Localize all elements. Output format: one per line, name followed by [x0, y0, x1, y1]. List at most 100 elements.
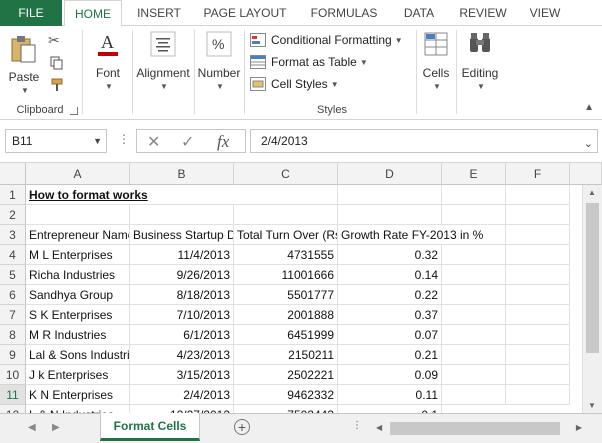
cell[interactable]: [338, 205, 442, 225]
cell[interactable]: [442, 265, 506, 285]
cells-group[interactable]: Cells ▼: [418, 26, 454, 120]
cell-turnover[interactable]: 2150211: [234, 345, 338, 365]
column-header-b[interactable]: B: [130, 163, 234, 185]
row-header[interactable]: 1: [0, 185, 26, 205]
cell[interactable]: [506, 205, 570, 225]
cell-styles-button[interactable]: Cell Styles ▼: [250, 74, 339, 94]
number-group[interactable]: % Number ▼: [196, 26, 242, 120]
cell[interactable]: [506, 325, 570, 345]
cell-date[interactable]: 3/15/2013: [130, 365, 234, 385]
sheet-tab-format-cells[interactable]: Format Cells: [100, 413, 200, 441]
cut-icon[interactable]: ✂: [48, 32, 60, 49]
cell[interactable]: [338, 185, 442, 205]
formula-input[interactable]: 2/4/2013 ⌄: [250, 129, 598, 153]
column-header-d[interactable]: D: [338, 163, 442, 185]
tab-data[interactable]: DATA: [392, 0, 446, 26]
cell-turnover[interactable]: 7502443: [234, 405, 338, 413]
cell-turnover[interactable]: 11001666: [234, 265, 338, 285]
header-cell-turnover[interactable]: Total Turn Over (Rs): [234, 225, 338, 245]
row-header[interactable]: 6: [0, 285, 26, 305]
font-group[interactable]: A Font ▼: [86, 26, 130, 120]
vertical-scroll-thumb[interactable]: [586, 203, 599, 353]
cell[interactable]: [506, 385, 570, 405]
cell-growth[interactable]: 0.14: [338, 265, 442, 285]
cell-turnover[interactable]: 4731555: [234, 245, 338, 265]
cell[interactable]: [506, 245, 570, 265]
add-sheet-icon[interactable]: +: [234, 419, 250, 435]
conditional-formatting-button[interactable]: Conditional Formatting ▼: [250, 30, 403, 50]
header-cell-growth-rate[interactable]: Growth Rate FY-2013 in %: [338, 225, 506, 245]
scroll-up-icon[interactable]: ▲: [588, 188, 596, 197]
collapse-ribbon-icon[interactable]: ▲: [584, 102, 594, 113]
cell[interactable]: [506, 265, 570, 285]
cell[interactable]: [442, 305, 506, 325]
cell-name[interactable]: S K Enterprises: [26, 305, 130, 325]
cell-growth[interactable]: 0.11: [338, 385, 442, 405]
cell[interactable]: [506, 305, 570, 325]
cell-date[interactable]: 7/10/2013: [130, 305, 234, 325]
next-sheet-icon[interactable]: ▶: [52, 422, 60, 433]
cell[interactable]: [506, 365, 570, 385]
cell-growth[interactable]: 0.32: [338, 245, 442, 265]
cell-date[interactable]: 2/4/2013: [130, 385, 234, 405]
name-box[interactable]: B11 ▼: [5, 129, 107, 153]
row-header[interactable]: 8: [0, 325, 26, 345]
copy-icon[interactable]: [50, 56, 64, 70]
cell[interactable]: [442, 185, 506, 205]
cell-turnover[interactable]: 5501777: [234, 285, 338, 305]
cell-date[interactable]: 8/18/2013: [130, 285, 234, 305]
scroll-right-icon[interactable]: ▶: [576, 423, 582, 432]
cell[interactable]: [442, 205, 506, 225]
cell[interactable]: [234, 185, 338, 205]
header-cell-startup-date[interactable]: Business Startup Date: [130, 225, 234, 245]
column-header-f[interactable]: F: [506, 163, 570, 185]
select-all-corner[interactable]: [0, 163, 26, 185]
cell-name[interactable]: Richa Industries: [26, 265, 130, 285]
row-header[interactable]: 12: [0, 405, 26, 413]
alignment-group[interactable]: Alignment ▼: [134, 26, 192, 120]
cell-name[interactable]: M R Industries: [26, 325, 130, 345]
cell[interactable]: [506, 285, 570, 305]
tab-home[interactable]: HOME: [64, 0, 122, 27]
format-as-table-button[interactable]: Format as Table ▼: [250, 52, 368, 72]
cell[interactable]: [442, 325, 506, 345]
tab-page-layout[interactable]: PAGE LAYOUT: [196, 0, 294, 26]
chevron-down-icon[interactable]: ⌄: [584, 133, 593, 155]
format-painter-icon[interactable]: [50, 78, 64, 92]
column-header-a[interactable]: A: [26, 163, 130, 185]
row-header[interactable]: 3: [0, 225, 26, 245]
cell-growth[interactable]: 0.37: [338, 305, 442, 325]
cell-name[interactable]: Sandhya Group: [26, 285, 130, 305]
cell[interactable]: [442, 365, 506, 385]
cell-growth[interactable]: 0.09: [338, 365, 442, 385]
paste-button[interactable]: Paste ▼: [6, 32, 42, 95]
cell-name[interactable]: L & N Industries: [26, 405, 130, 413]
cell-name[interactable]: M L Enterprises: [26, 245, 130, 265]
tab-view[interactable]: VIEW: [520, 0, 570, 26]
cell[interactable]: [506, 345, 570, 365]
cell-date[interactable]: 11/4/2013: [130, 245, 234, 265]
tab-formulas[interactable]: FORMULAS: [302, 0, 386, 26]
cell-growth[interactable]: 0.21: [338, 345, 442, 365]
cell-a1[interactable]: How to format works: [26, 185, 234, 205]
tab-file[interactable]: FILE: [0, 0, 62, 26]
row-header[interactable]: 10: [0, 365, 26, 385]
row-header[interactable]: 2: [0, 205, 26, 225]
cell[interactable]: [442, 345, 506, 365]
cell-growth[interactable]: 0.1: [338, 405, 442, 413]
column-header-e[interactable]: E: [442, 163, 506, 185]
cell-date[interactable]: 9/26/2013: [130, 265, 234, 285]
confirm-icon[interactable]: ✓: [181, 132, 194, 152]
cell-name[interactable]: K N Enterprises: [26, 385, 130, 405]
editing-group[interactable]: Editing ▼: [458, 26, 502, 120]
row-header-selected[interactable]: 11: [0, 385, 26, 405]
chevron-down-icon[interactable]: ▼: [93, 130, 102, 152]
clipboard-dialog-launcher-icon[interactable]: [70, 107, 78, 115]
cell[interactable]: [130, 205, 234, 225]
row-header[interactable]: 4: [0, 245, 26, 265]
horizontal-scroll-thumb[interactable]: [390, 422, 560, 435]
prev-sheet-icon[interactable]: ◀: [28, 422, 36, 433]
cell-turnover[interactable]: 6451999: [234, 325, 338, 345]
cell-growth[interactable]: 0.07: [338, 325, 442, 345]
cell-name[interactable]: Lal & Sons Industries: [26, 345, 130, 365]
